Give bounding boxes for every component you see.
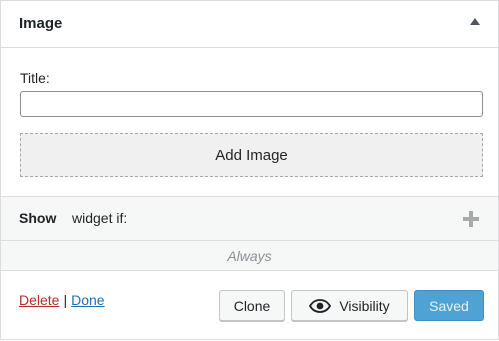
saved-button[interactable]: Saved bbox=[414, 290, 484, 321]
add-image-button[interactable]: Add Image bbox=[20, 133, 483, 177]
visibility-button-label: Visibility bbox=[339, 297, 390, 314]
always-rule: Always bbox=[1, 241, 498, 271]
plus-icon[interactable] bbox=[463, 211, 479, 227]
delete-link[interactable]: Delete bbox=[19, 292, 59, 308]
show-label: Show bbox=[19, 210, 57, 226]
image-widget: Image Title: Add Image Show widget if: A… bbox=[0, 0, 499, 340]
visibility-bar: Show widget if: bbox=[1, 196, 498, 241]
eye-icon bbox=[309, 298, 332, 313]
collapse-arrow-icon[interactable] bbox=[470, 18, 480, 25]
link-separator: | bbox=[63, 292, 68, 308]
done-link[interactable]: Done bbox=[71, 292, 104, 308]
widget-header[interactable]: Image bbox=[1, 1, 498, 48]
clone-button[interactable]: Clone bbox=[219, 290, 285, 321]
widget-if-label: widget if: bbox=[72, 210, 128, 226]
title-input[interactable] bbox=[20, 91, 483, 117]
widget-title: Image bbox=[19, 15, 63, 32]
visibility-button[interactable]: Visibility bbox=[291, 290, 408, 321]
title-label: Title: bbox=[20, 70, 50, 86]
widget-control-links: Delete | Done bbox=[19, 292, 105, 308]
widget-footer: Delete | Done Clone Visibility Saved bbox=[1, 272, 498, 339]
